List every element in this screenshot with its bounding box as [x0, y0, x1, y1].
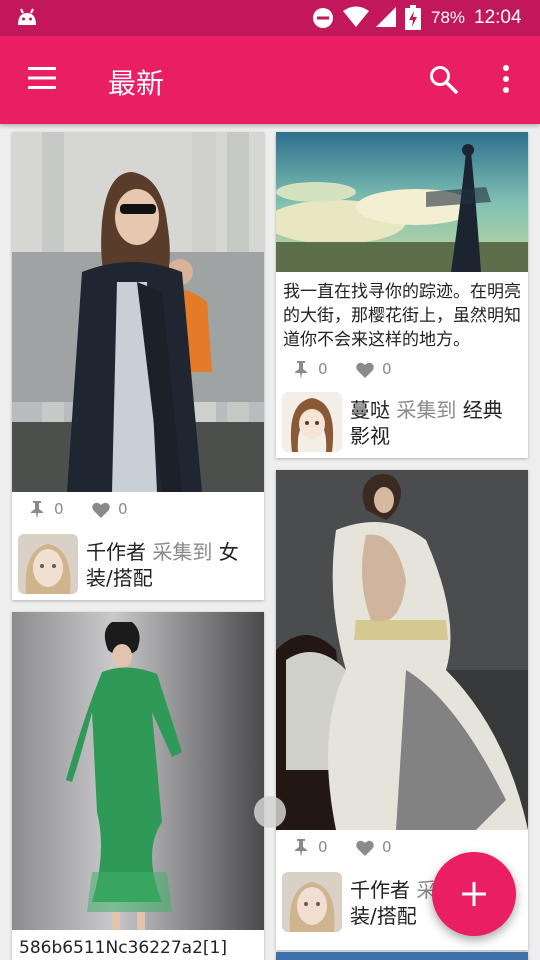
pin-icon [295, 839, 307, 857]
avatar[interactable] [282, 872, 342, 932]
collected-to-label: 采集到 [152, 540, 213, 564]
pin-card[interactable]: 0 0 千作者 采集到 女装/搭配 [12, 132, 264, 600]
collector-text: 千作者 采集到 女装/搭配 [86, 539, 254, 591]
collector-name[interactable]: 千作者 [350, 878, 410, 902]
repin-count: 0 [54, 500, 64, 518]
heart-icon[interactable] [92, 502, 110, 518]
heart-icon[interactable] [356, 362, 374, 378]
add-pin-button[interactable] [432, 852, 516, 936]
pin-caption: 586b6511Nc36227a2[1] [19, 938, 227, 958]
like-count: 0 [382, 838, 392, 856]
app-toolbar: 最新 [0, 36, 540, 124]
pin-card[interactable]: 586b6511Nc36227a2[1] [12, 612, 264, 960]
do-not-disturb-icon [313, 8, 333, 28]
android-notification-icon [18, 8, 36, 25]
plus-icon [462, 882, 486, 906]
pin-card[interactable]: 我一直在找寻你的踪迹。在明亮的大街，那樱花街上，虽然明知道你不会来这样的地方。 … [276, 132, 528, 458]
collector-info[interactable]: 蔓哒 采集到 经典影视 [282, 392, 522, 452]
repin-count: 0 [318, 838, 328, 856]
status-bar: 78% 12:04 [0, 0, 540, 36]
pin-icon [295, 361, 307, 379]
repin-count: 0 [318, 360, 328, 378]
heart-icon[interactable] [356, 840, 374, 856]
pin-caption: 我一直在找寻你的踪迹。在明亮的大街，那樱花街上，虽然明知道你不会来这样的地方。 [283, 282, 521, 350]
search-icon[interactable] [428, 64, 458, 94]
collector-name[interactable]: 千作者 [86, 540, 146, 564]
status-clock: 12:04 [474, 7, 522, 28]
pin-card-partial[interactable] [276, 952, 528, 960]
collected-to-label: 采集到 [396, 398, 457, 422]
pin-icon [31, 501, 43, 519]
collector-name[interactable]: 蔓哒 [350, 398, 390, 422]
page-title: 最新 [108, 67, 165, 100]
collector-text: 蔓哒 采集到 经典影视 [350, 397, 518, 449]
like-count: 0 [382, 360, 392, 378]
pin-stats: 0 0 [30, 500, 230, 520]
more-vert-icon[interactable] [500, 64, 512, 94]
pin-image[interactable] [12, 612, 264, 930]
hamburger-menu-icon[interactable] [28, 67, 56, 89]
like-count: 0 [118, 500, 128, 518]
pin-image[interactable] [12, 132, 264, 492]
battery-percentage: 78% [431, 8, 466, 27]
pin-image[interactable] [276, 470, 528, 830]
pin-image[interactable] [276, 132, 528, 272]
avatar[interactable] [18, 534, 78, 594]
pin-stats: 0 0 [294, 360, 494, 380]
scroll-indicator [254, 796, 286, 828]
collector-info[interactable]: 千作者 采集到 女装/搭配 [18, 534, 258, 594]
signal-icon [376, 7, 396, 27]
battery-charging-icon [405, 5, 421, 30]
pin-image[interactable] [276, 952, 528, 960]
avatar[interactable] [282, 392, 342, 452]
wifi-icon [343, 6, 369, 27]
